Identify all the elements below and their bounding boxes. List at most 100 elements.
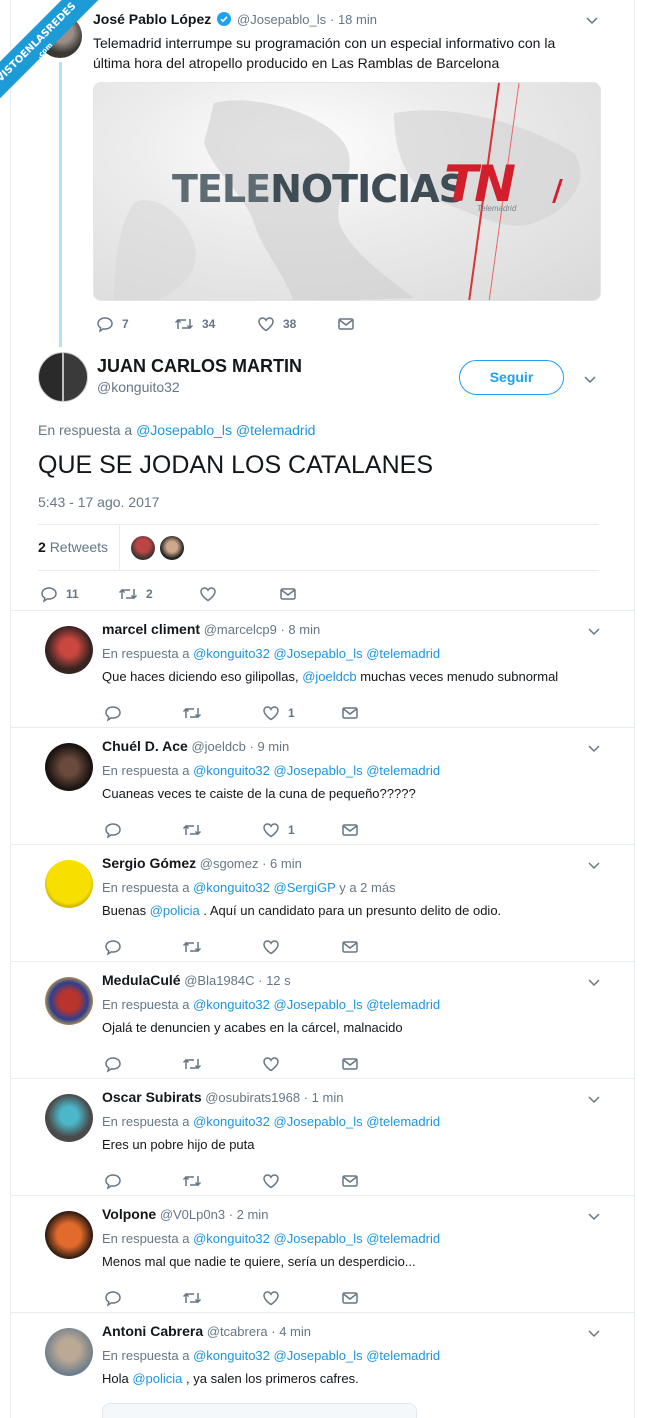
- retweeter-avatar[interactable]: [160, 536, 184, 560]
- tweet-time[interactable]: · 6 min: [262, 856, 302, 871]
- tweet-time[interactable]: · 8 min: [280, 622, 320, 637]
- avatar[interactable]: [45, 626, 93, 674]
- reply-button[interactable]: [104, 938, 182, 956]
- retweet-button[interactable]: [182, 938, 262, 956]
- avatar[interactable]: [45, 977, 93, 1025]
- message-button[interactable]: [341, 821, 359, 839]
- tweet-time[interactable]: · 12 s: [258, 973, 291, 988]
- author-handle[interactable]: @sgomez: [200, 856, 259, 871]
- author-name[interactable]: MedulaCulé: [102, 972, 181, 988]
- message-button[interactable]: [341, 938, 359, 956]
- tweet-time[interactable]: · 1 min: [304, 1090, 344, 1105]
- message-button[interactable]: [341, 1055, 359, 1073]
- retweeter-avatar[interactable]: [131, 536, 155, 560]
- author-handle[interactable]: @Bla1984C: [184, 973, 254, 988]
- like-button[interactable]: 1: [262, 704, 341, 722]
- chevron-down-icon[interactable]: [588, 1327, 600, 1339]
- chevron-down-icon[interactable]: [588, 742, 600, 754]
- reply-mentions[interactable]: @Josepablo_ls @telemadrid: [136, 422, 315, 438]
- like-button[interactable]: [199, 585, 279, 603]
- like-button[interactable]: [262, 1172, 341, 1190]
- like-button[interactable]: [262, 1055, 341, 1073]
- reply-button[interactable]: [104, 1055, 182, 1073]
- message-button[interactable]: [337, 315, 355, 333]
- tweet-media[interactable]: TELENOTICIAS TN Telemadrid: [93, 82, 601, 301]
- retweet-stats[interactable]: 2 Retweets: [38, 539, 108, 555]
- message-button[interactable]: [341, 1172, 359, 1190]
- reply-button[interactable]: 11: [40, 585, 118, 603]
- reply-mentions[interactable]: @konguito32 @Josepablo_ls @telemadrid: [193, 1231, 440, 1246]
- chevron-down-icon[interactable]: [586, 14, 598, 26]
- retweet-button[interactable]: [182, 1289, 262, 1307]
- avatar[interactable]: [45, 1094, 93, 1142]
- retweet-button[interactable]: 34: [174, 315, 257, 333]
- reply-mentions[interactable]: @konguito32 @Josepablo_ls @telemadrid: [193, 646, 440, 661]
- reply-extra[interactable]: y a 2 más: [336, 880, 395, 895]
- tweet-time[interactable]: · 9 min: [250, 739, 290, 754]
- main-timestamp[interactable]: 5:43 - 17 ago. 2017: [38, 494, 159, 510]
- author-name[interactable]: Sergio Gómez: [102, 855, 196, 871]
- reply-button[interactable]: [104, 1172, 182, 1190]
- author-name[interactable]: marcel climent: [102, 621, 200, 637]
- main-author-name[interactable]: JUAN CARLOS MARTIN: [97, 356, 302, 377]
- chevron-down-icon[interactable]: [588, 1093, 600, 1105]
- author-name[interactable]: Antoni Cabrera: [102, 1323, 203, 1339]
- author-name[interactable]: Volpone: [102, 1206, 156, 1222]
- reply-tweet[interactable]: MedulaCulé @Bla1984C · 12 s En respuesta …: [10, 961, 635, 1078]
- message-button[interactable]: [341, 1289, 359, 1307]
- reply-tweet[interactable]: marcel climent @marcelcp9 · 8 min En resp…: [10, 610, 635, 727]
- retweet-button[interactable]: [182, 821, 262, 839]
- author-handle[interactable]: @Josepablo_ls: [237, 12, 326, 27]
- reply-tweet[interactable]: Chuél D. Ace @joeldcb · 9 min En respuest…: [10, 727, 635, 844]
- avatar[interactable]: [45, 860, 93, 908]
- author-name[interactable]: Oscar Subirats: [102, 1089, 202, 1105]
- retweet-button[interactable]: 2: [118, 585, 199, 603]
- like-button[interactable]: [262, 1289, 341, 1307]
- retweet-button[interactable]: [182, 704, 262, 722]
- reply-tweet[interactable]: Oscar Subirats @osubirats1968 · 1 min En …: [10, 1078, 635, 1195]
- tweet-time[interactable]: · 18 min: [330, 12, 377, 27]
- reply-button[interactable]: [104, 1289, 182, 1307]
- author-handle[interactable]: @tcabrera: [207, 1324, 268, 1339]
- reply-mentions[interactable]: @konguito32 @SergiGP: [193, 880, 336, 895]
- stats-separator: [119, 525, 120, 570]
- chevron-down-icon[interactable]: [588, 859, 600, 871]
- retweet-button[interactable]: [182, 1172, 262, 1190]
- chevron-down-icon[interactable]: [588, 625, 600, 637]
- avatar[interactable]: [45, 1211, 93, 1259]
- reply-mentions[interactable]: @konguito32 @Josepablo_ls @telemadrid: [193, 1114, 440, 1129]
- reply-tweet[interactable]: Sergio Gómez @sgomez · 6 min En respuesta…: [10, 844, 635, 961]
- like-button[interactable]: 38: [257, 315, 337, 333]
- reply-mentions[interactable]: @konguito32 @Josepablo_ls @telemadrid: [193, 1348, 440, 1363]
- reply-button[interactable]: [104, 704, 182, 722]
- reply-tweet[interactable]: Volpone @V0Lp0n3 · 2 min En respuesta a @…: [10, 1195, 635, 1312]
- author-handle[interactable]: @joeldcb: [191, 739, 245, 754]
- message-button[interactable]: [279, 585, 297, 603]
- chevron-down-icon[interactable]: [588, 1210, 600, 1222]
- reply-button[interactable]: [104, 821, 182, 839]
- tweet-mention[interactable]: @policia: [150, 903, 200, 918]
- author-handle[interactable]: @V0Lp0n3: [160, 1207, 225, 1222]
- main-author-handle[interactable]: @konguito32: [97, 379, 180, 395]
- like-button[interactable]: 1: [262, 821, 341, 839]
- tweet-time[interactable]: · 4 min: [271, 1324, 311, 1339]
- tweet-time[interactable]: · 2 min: [229, 1207, 269, 1222]
- reply-button[interactable]: 7: [96, 315, 174, 333]
- author-handle[interactable]: @osubirats1968: [205, 1090, 300, 1105]
- avatar[interactable]: [45, 743, 93, 791]
- retweet-button[interactable]: [182, 1055, 262, 1073]
- tweet-mention[interactable]: @joeldcb: [302, 669, 356, 684]
- like-button[interactable]: [262, 938, 341, 956]
- follow-button[interactable]: Seguir: [459, 360, 564, 395]
- embedded-preview[interactable]: [102, 1403, 417, 1418]
- avatar[interactable]: [45, 1328, 93, 1376]
- avatar[interactable]: [38, 352, 88, 402]
- chevron-down-icon[interactable]: [584, 373, 596, 385]
- chevron-down-icon[interactable]: [588, 976, 600, 988]
- reply-mentions[interactable]: @konguito32 @Josepablo_ls @telemadrid: [193, 997, 440, 1012]
- author-name[interactable]: Chuél D. Ace: [102, 738, 188, 754]
- reply-mentions[interactable]: @konguito32 @Josepablo_ls @telemadrid: [193, 763, 440, 778]
- tweet-mention[interactable]: @policia: [132, 1371, 182, 1386]
- message-button[interactable]: [341, 704, 359, 722]
- author-handle[interactable]: @marcelcp9: [204, 622, 277, 637]
